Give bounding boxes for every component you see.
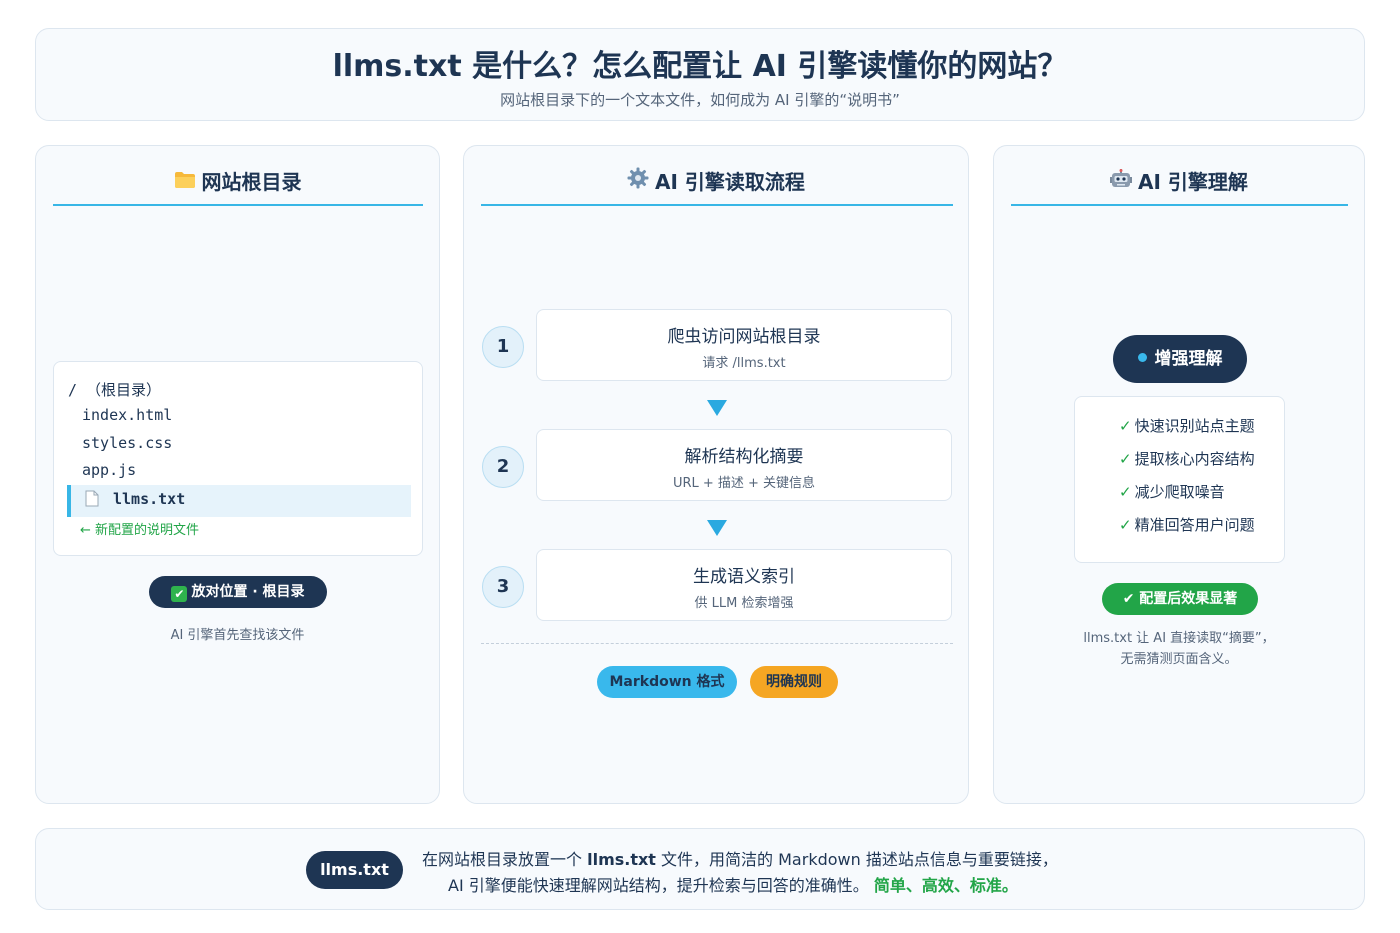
heading-divider — [1011, 204, 1348, 206]
gear-icon — [627, 167, 649, 194]
ai-understanding-panel: AI 引擎理解 增强理解 ✓ 快速识别站点主题 ✓ 提取核心内容结构 ✓ 减少爬取噪音… — [993, 145, 1365, 804]
step-number: 2 — [482, 446, 524, 488]
benefit-text: 减少爬取噪音 — [1134, 483, 1225, 501]
benefit-text: 快速识别站点主题 — [1134, 417, 1255, 435]
tree-file[interactable]: styles.css — [82, 434, 172, 452]
step-title: 解析结构化摘要 — [684, 447, 804, 467]
step-subtitle: 请求 /llms.txt — [702, 356, 786, 371]
llms-badge: llms.txt — [306, 851, 403, 889]
step-number: 1 — [482, 326, 524, 368]
list-item: ✓ 减少爬取噪音 — [1119, 481, 1225, 502]
check-icon: ✓ — [1119, 483, 1132, 501]
tree-file[interactable]: app.js — [82, 461, 136, 479]
dot-icon — [1137, 353, 1147, 362]
list-item: ✓ 精准回答用户问题 — [1119, 514, 1255, 535]
list-item: ✓ 快速识别站点主题 — [1119, 415, 1255, 436]
step-card: 爬虫访问网站根目录 请求 /llms.txt — [536, 309, 952, 381]
step-title: 生成语义索引 — [693, 567, 795, 587]
file-tree: / （根目录） index.html styles.css app.js llm… — [53, 361, 423, 556]
enhance-badge: 增强理解 — [1113, 335, 1247, 383]
right-caption-line-1: llms.txt 让 AI 直接读取“摘要”， — [1083, 631, 1275, 646]
step-subtitle: URL + 描述 + 关键信息 — [672, 476, 816, 491]
footer-text: 文件，用简洁的 Markdown 描述站点信息与重要链接， — [655, 850, 1058, 869]
step-number: 3 — [482, 566, 524, 608]
benefit-text: 提取核心内容结构 — [1134, 450, 1255, 468]
folder-icon — [174, 170, 196, 194]
heading-divider — [53, 204, 423, 206]
page-title: llms.txt 是什么？怎么配置让 AI 引擎读懂你的网站？ — [332, 49, 1068, 84]
placement-label: 放对位置 · 根目录 — [191, 584, 305, 600]
summary-footer: llms.txt 在网站根目录放置一个 llms.txt 文件，用简洁的 Mar… — [35, 828, 1365, 910]
markdown-tag: Markdown 格式 — [597, 666, 737, 698]
left-caption: AI 引擎首先查找该文件 — [170, 628, 305, 643]
document-icon — [85, 490, 99, 511]
read-flow-panel: AI 引擎读取流程 1 爬虫访问网站根目录 请求 /llms.txt 2 解析结… — [463, 145, 969, 804]
root-directory-heading: 网站根目录 — [36, 166, 439, 195]
check-icon: ✓ — [1119, 417, 1132, 435]
tree-note: ← 新配置的说明文件 — [80, 523, 200, 538]
effect-badge: ✔ 配置后效果显著 — [1102, 583, 1258, 615]
down-arrow-icon — [707, 400, 727, 416]
check-icon: ✓ — [1119, 516, 1132, 534]
footer-line-1: 在网站根目录放置一个 llms.txt 文件，用简洁的 Markdown 描述站… — [422, 846, 1058, 870]
benefits-list: ✓ 快速识别站点主题 ✓ 提取核心内容结构 ✓ 减少爬取噪音 ✓ 精准回答用户问题 — [1074, 396, 1285, 563]
ai-understanding-title: AI 引擎理解 — [1138, 170, 1248, 194]
root-directory-panel: 网站根目录 / （根目录） index.html styles.css app.… — [35, 145, 440, 804]
footer-file-name: llms.txt — [587, 850, 656, 869]
tree-root: / （根目录） — [68, 381, 162, 399]
tree-file[interactable]: index.html — [82, 406, 172, 424]
footer-line-2: AI 引擎便能快速理解网站结构，提升检索与回答的准确性。 简单、高效、标准。 — [448, 872, 1018, 896]
page-subtitle: 网站根目录下的一个文本文件，如何成为 AI 引擎的“说明书” — [500, 91, 900, 109]
step-title: 爬虫访问网站根目录 — [667, 327, 821, 347]
dashed-divider — [481, 643, 953, 644]
list-item: ✓ 提取核心内容结构 — [1119, 448, 1255, 469]
rules-tag: 明确规则 — [750, 666, 838, 698]
tree-file-highlighted[interactable]: llms.txt — [67, 485, 411, 517]
header-card: llms.txt 是什么？怎么配置让 AI 引擎读懂你的网站？ 网站根目录下的一… — [35, 28, 1365, 121]
right-caption: llms.txt 让 AI 直接读取“摘要”， 无需猜测页面含义。 — [994, 628, 1364, 670]
down-arrow-icon — [707, 520, 727, 536]
footer-text: 在网站根目录放置一个 — [422, 850, 588, 869]
step-card: 生成语义索引 供 LLM 检索增强 — [536, 549, 952, 621]
robot-icon — [1110, 169, 1133, 194]
step-card: 解析结构化摘要 URL + 描述 + 关键信息 — [536, 429, 952, 501]
step-subtitle: 供 LLM 检索增强 — [694, 596, 794, 611]
right-caption-line-2: 无需猜测页面含义。 — [1120, 652, 1238, 667]
heading-divider — [481, 204, 953, 206]
footer-highlight: 简单、高效、标准。 — [873, 876, 1018, 895]
ai-understanding-heading: AI 引擎理解 — [994, 166, 1364, 195]
check-icon: ✔ — [171, 586, 188, 602]
placement-badge: ✔ 放对位置 · 根目录 — [149, 576, 327, 608]
root-directory-title: 网站根目录 — [201, 170, 302, 194]
check-icon: ✓ — [1119, 450, 1132, 468]
llms-file-name: llms.txt — [113, 490, 186, 508]
read-flow-heading: AI 引擎读取流程 — [464, 166, 968, 195]
benefit-text: 精准回答用户问题 — [1134, 516, 1255, 534]
read-flow-title: AI 引擎读取流程 — [655, 170, 805, 194]
enhance-label: 增强理解 — [1154, 349, 1223, 369]
footer-text: AI 引擎便能快速理解网站结构，提升检索与回答的准确性。 — [448, 876, 874, 895]
